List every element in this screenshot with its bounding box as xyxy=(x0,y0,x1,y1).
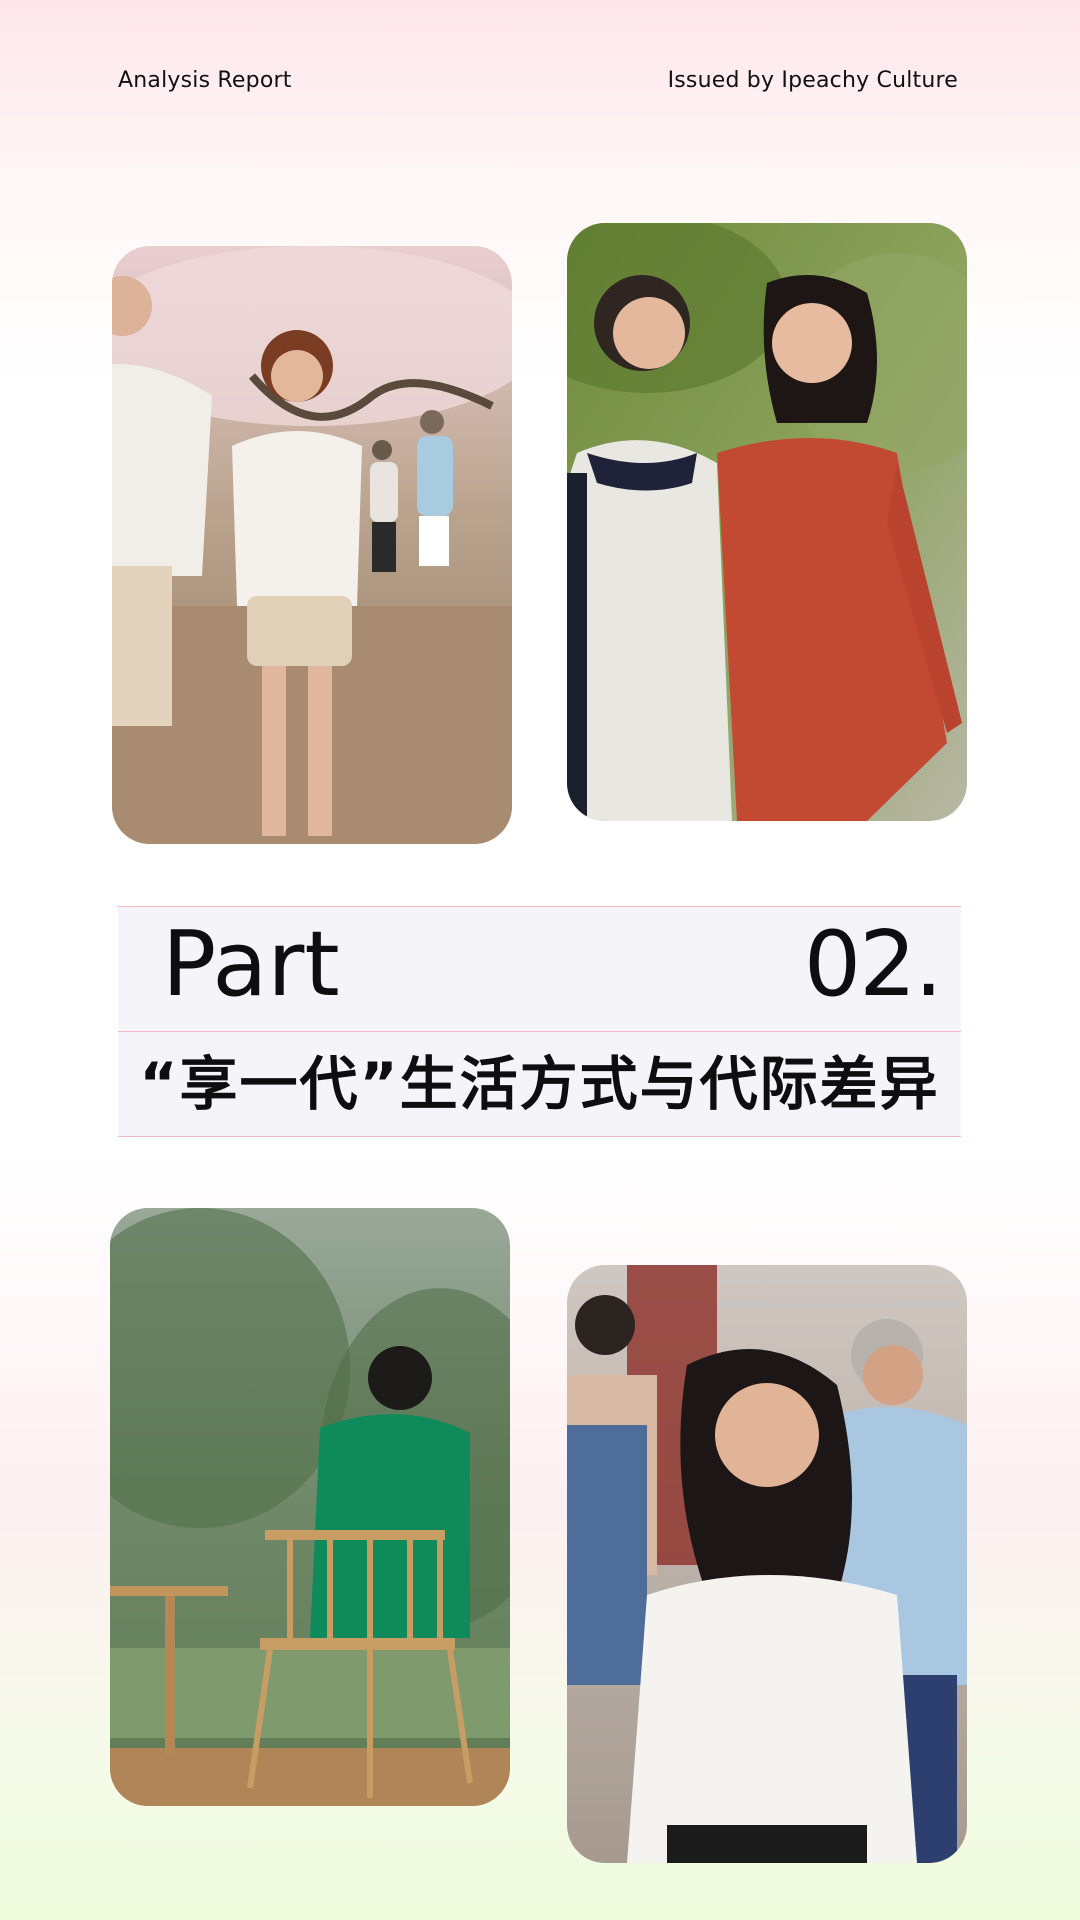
report-label: Analysis Report xyxy=(118,68,292,93)
photo-walking-women xyxy=(567,223,967,821)
photo-dancing-group xyxy=(567,1265,967,1863)
part-number: 02. xyxy=(803,912,943,1017)
photo-jogging xyxy=(112,246,512,844)
photo-woman-chair xyxy=(110,1208,510,1806)
section-subtitle: “享一代”生活方式与代际差异 xyxy=(139,1050,940,1118)
part-band: Part 02. xyxy=(118,906,961,1032)
part-label: Part xyxy=(162,912,340,1017)
issuer-label: Issued by Ipeachy Culture xyxy=(667,68,958,93)
subtitle-band: “享一代”生活方式与代际差异 xyxy=(118,1032,961,1137)
